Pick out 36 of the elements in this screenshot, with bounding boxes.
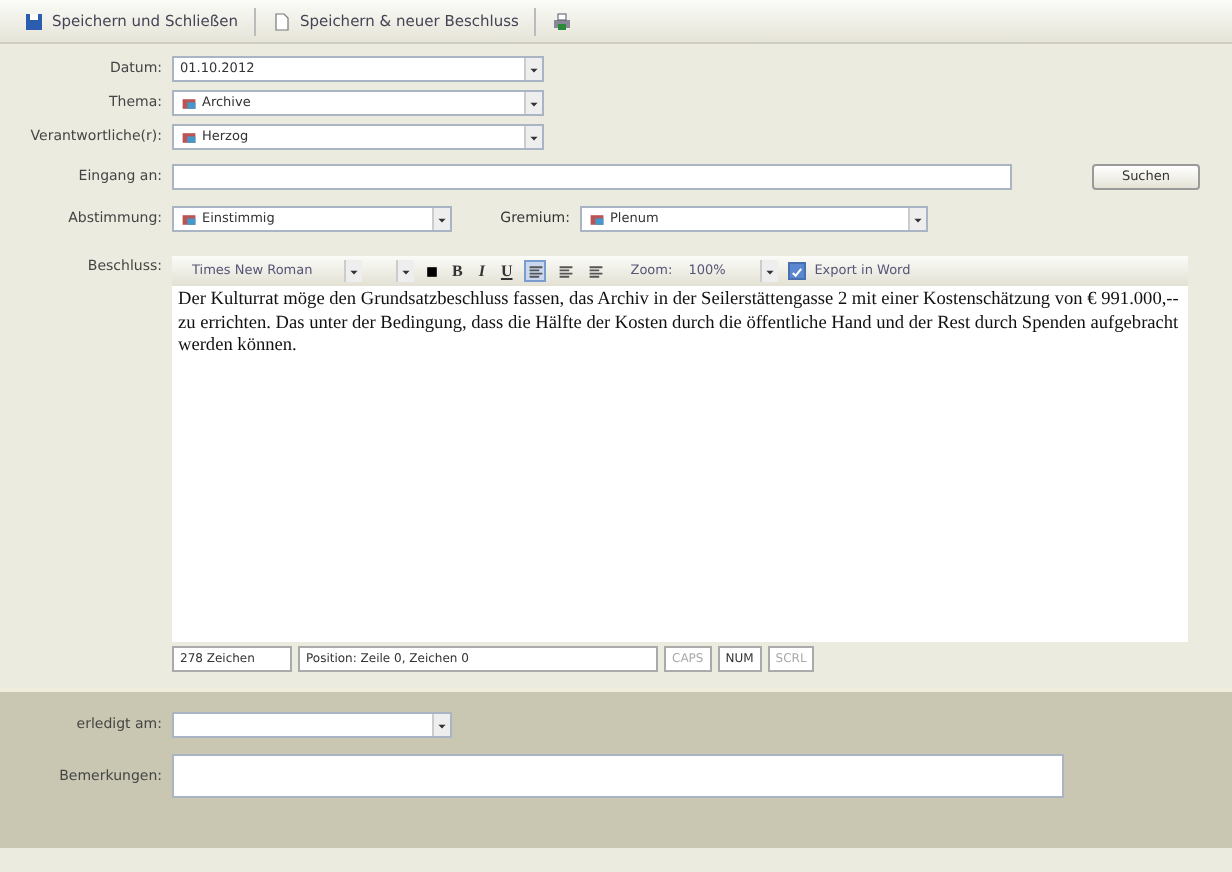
page-icon bbox=[271, 11, 292, 31]
text-field[interactable] bbox=[172, 754, 1064, 798]
folder-icon bbox=[180, 211, 198, 227]
underline-button[interactable]: U bbox=[496, 259, 517, 283]
caret-icon bbox=[436, 719, 448, 731]
text-editor[interactable]: Der Kulturrat möge den Grundsatzbeschluss fassen, das Archiv in der Seilerstättengasse 2 mit einer Kostenschätzung von € 991.000,-- zu errichten. Das unter der Bedingung, dass die Hälfte der Kosten durch die öffentliche Hand und der Rest durch Spenden aufgebracht werden können. bbox=[172, 286, 1188, 642]
dropdown-button[interactable] bbox=[432, 714, 450, 736]
dropdown-button[interactable] bbox=[908, 208, 926, 230]
align-icon bbox=[527, 263, 544, 279]
dropdown-button[interactable] bbox=[344, 260, 362, 282]
folder-icon bbox=[588, 211, 606, 227]
align-icon bbox=[557, 263, 574, 279]
checkbox[interactable] bbox=[788, 262, 807, 280]
caret-icon bbox=[912, 213, 924, 225]
color-swatch-icon bbox=[424, 263, 440, 279]
dropdown-button[interactable] bbox=[524, 58, 542, 80]
caret-icon bbox=[436, 213, 448, 225]
align-button[interactable] bbox=[584, 260, 607, 282]
align-button[interactable] bbox=[554, 260, 577, 282]
text-field[interactable] bbox=[172, 164, 1012, 190]
align-button[interactable] bbox=[524, 260, 547, 282]
italic-button[interactable]: I bbox=[474, 259, 489, 283]
dropdown-button[interactable] bbox=[432, 208, 450, 230]
dropdown-button[interactable] bbox=[524, 126, 542, 148]
caret-icon bbox=[348, 265, 360, 277]
dropdown-button[interactable] bbox=[396, 260, 414, 282]
align-icon bbox=[587, 263, 604, 279]
caret-icon bbox=[764, 265, 777, 277]
caret-icon bbox=[528, 63, 540, 75]
bold-button[interactable]: B bbox=[448, 259, 467, 283]
dropdown-button[interactable] bbox=[760, 260, 779, 282]
caret-icon bbox=[528, 131, 540, 143]
caret-icon bbox=[528, 97, 540, 109]
caret-icon bbox=[400, 265, 412, 277]
printer-icon bbox=[552, 11, 573, 31]
dropdown-button[interactable] bbox=[524, 92, 542, 114]
